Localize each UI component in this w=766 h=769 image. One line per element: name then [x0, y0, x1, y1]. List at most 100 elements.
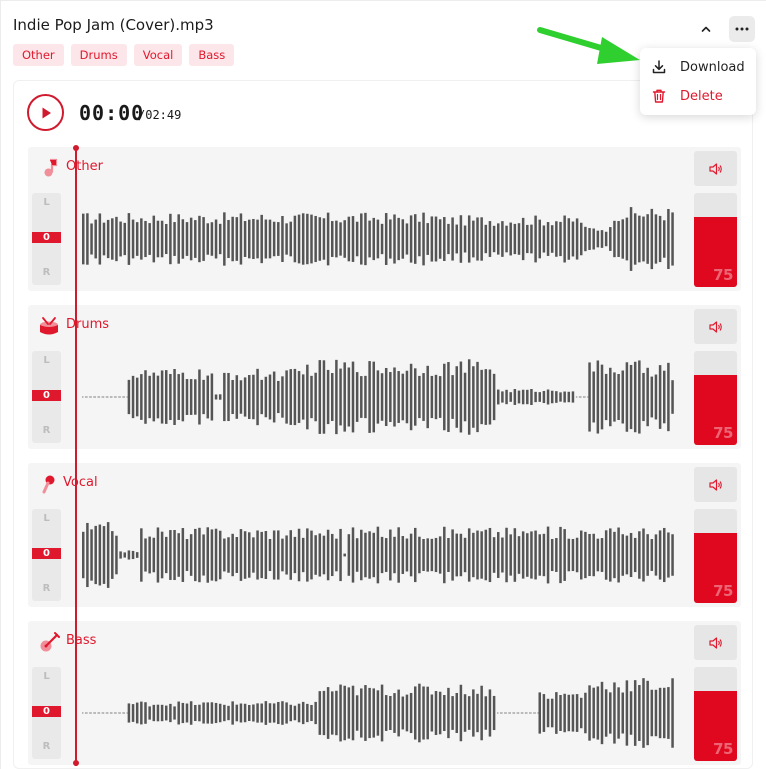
waveform-bar [239, 380, 243, 414]
waveform-bar [198, 527, 201, 583]
download-menu-item[interactable]: Download [640, 53, 756, 81]
waveform-bar [360, 376, 363, 418]
waveform-bar [202, 534, 205, 576]
delete-label: Delete [680, 88, 723, 104]
waveform-bar [173, 529, 176, 581]
waveform-bar [563, 215, 566, 263]
playhead-handle-top[interactable] [73, 145, 79, 151]
waveform-bar [189, 217, 193, 261]
current-time: 00:00 [79, 101, 145, 125]
waveform-bar [621, 370, 624, 424]
waveform-bar [401, 219, 405, 259]
waveform-bar [144, 370, 147, 424]
pan-control[interactable]: L 0 R [32, 509, 61, 601]
waveform-bar [663, 220, 666, 258]
tag-bass[interactable]: Bass [189, 44, 235, 66]
waveform-bar [497, 389, 500, 405]
waveform-bar [646, 534, 649, 576]
volume-slider[interactable]: 75 [694, 509, 737, 603]
volume-slider[interactable]: 75 [694, 193, 737, 287]
waveform-bar [185, 539, 189, 571]
waveform-bar [658, 365, 662, 429]
waveform-bar [642, 678, 645, 748]
waveform-bar [426, 223, 429, 255]
waveform-bar [596, 686, 600, 740]
waveform-bar [252, 537, 255, 573]
waveform-bar [326, 687, 330, 739]
waveform-bar [629, 207, 633, 271]
waveform-bar [567, 694, 571, 732]
play-button[interactable] [27, 94, 64, 131]
waveform-bar [538, 392, 541, 402]
annotation-arrow-icon [537, 27, 640, 64]
waveform-bar [347, 687, 351, 739]
waveform-bar [434, 374, 438, 420]
waveform-bar [231, 701, 234, 725]
waveform-bar [604, 231, 608, 247]
waveform-bar [331, 691, 334, 735]
playhead[interactable] [75, 146, 77, 766]
waveform-bar [135, 552, 139, 558]
tag-vocal[interactable]: Vocal [133, 44, 183, 66]
pan-control[interactable]: L 0 R [32, 351, 61, 443]
pan-control[interactable]: L 0 R [32, 193, 61, 285]
mute-button[interactable] [694, 151, 737, 186]
track-name: Drums [66, 317, 110, 332]
volume-slider[interactable]: 75 [694, 351, 737, 445]
waveform-bar [459, 533, 463, 577]
waveform-bar [509, 392, 512, 402]
waveform-bar [526, 224, 529, 254]
track-other: Other L 0 R 75 [28, 147, 741, 291]
waveform-bar [467, 359, 471, 435]
waveform-bar [455, 533, 458, 577]
waveform-bar [434, 691, 438, 735]
volume-slider[interactable]: 75 [694, 667, 737, 761]
waveform-bar [542, 533, 546, 577]
tag-other[interactable]: Other [13, 44, 64, 66]
waveform-bar [206, 375, 209, 419]
waveform-bar [347, 216, 351, 262]
waveform-bar [559, 221, 562, 257]
waveform-bar [567, 391, 571, 403]
waveform-bar [621, 219, 624, 259]
mute-button[interactable] [694, 309, 737, 344]
waveform-bar [389, 372, 392, 422]
waveform-bar [131, 219, 135, 259]
waveform-bar [264, 376, 268, 418]
waveform-bar [447, 223, 450, 255]
more-options-button[interactable] [729, 16, 755, 42]
mute-button[interactable] [694, 625, 737, 660]
waveform-bar [86, 213, 89, 265]
waveform-bar [414, 214, 417, 264]
waveform-bar [119, 221, 122, 257]
tag-drums[interactable]: Drums [70, 44, 127, 66]
waveform-bar [301, 701, 305, 725]
waveform-bar [580, 697, 583, 729]
mute-button[interactable] [694, 467, 737, 502]
speaker-icon [708, 478, 722, 491]
waveform-bar [555, 692, 558, 734]
waveform-bar [281, 216, 284, 262]
pan-control[interactable]: L 0 R [32, 667, 61, 759]
waveform-bar [505, 389, 508, 405]
waveform-bar [575, 694, 579, 732]
waveform-bar [600, 230, 604, 248]
collapse-button[interactable] [693, 16, 719, 42]
waveform-bar [633, 680, 637, 746]
waveform-bar [592, 687, 595, 739]
waveform-bar [364, 212, 367, 266]
waveform-bar [609, 227, 612, 251]
waveform-bar [131, 375, 135, 419]
waveform-bar [567, 218, 571, 260]
waveform-bar [633, 537, 637, 573]
playhead-handle-bottom[interactable] [73, 760, 79, 766]
waveform-bar [480, 217, 483, 261]
waveform-bar [106, 219, 110, 259]
waveform-bar [555, 538, 558, 572]
waveform-bar [148, 536, 151, 574]
waveform-bar [625, 362, 629, 432]
waveform-bar [654, 374, 658, 420]
waveform-bar [463, 372, 467, 422]
waveform-bar [115, 216, 118, 262]
delete-menu-item[interactable]: Delete [640, 82, 756, 110]
